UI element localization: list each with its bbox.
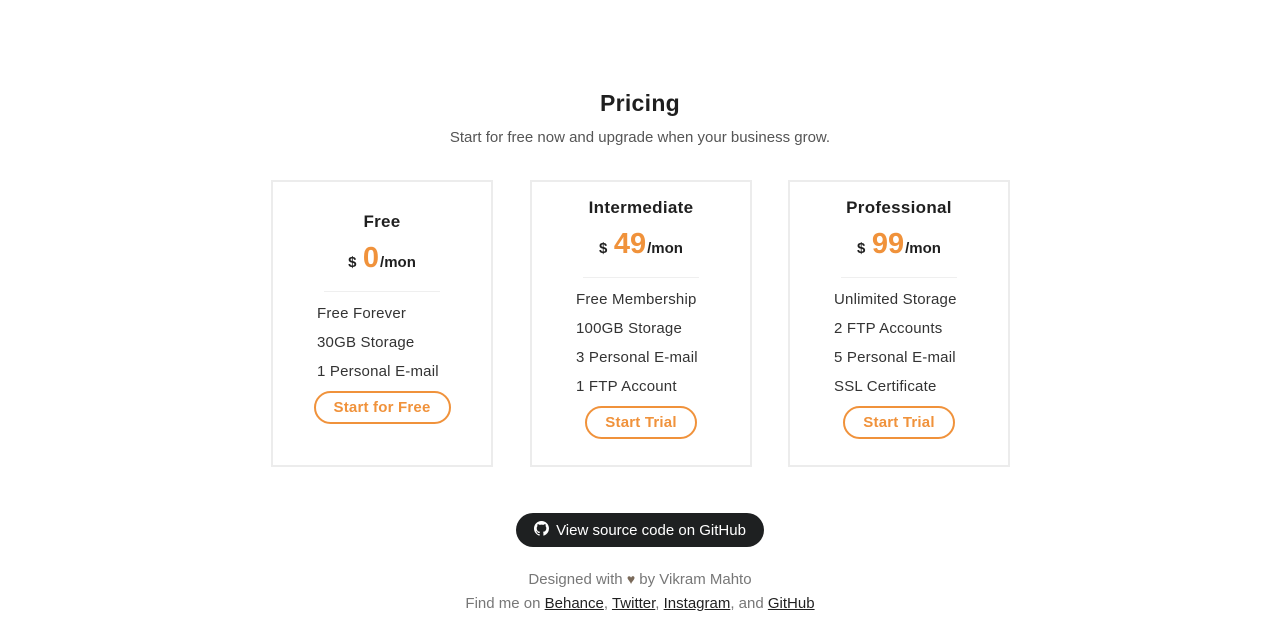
feature-list: Free Membership 100GB Storage 3 Personal…	[576, 290, 706, 406]
divider	[841, 277, 957, 278]
start-trial-button[interactable]: Start Trial	[585, 406, 697, 439]
feature-item: Free Membership	[576, 291, 697, 308]
divider	[324, 291, 440, 292]
github-button-label: View source code on GitHub	[556, 521, 746, 539]
page-subtitle: Start for free now and upgrade when your…	[449, 129, 831, 146]
link-separator: , and	[730, 595, 764, 612]
github-icon	[534, 520, 550, 540]
plan-card-professional: Professional $ 99/mon Unlimited Storage …	[788, 180, 1010, 467]
start-trial-button[interactable]: Start Trial	[843, 406, 955, 439]
credit-prefix: Designed with	[528, 571, 623, 588]
feature-item: 1 Personal E-mail	[317, 363, 439, 380]
feature-item: Unlimited Storage	[834, 291, 957, 308]
view-source-github-button[interactable]: View source code on GitHub	[516, 513, 764, 547]
price-currency: $	[857, 240, 866, 257]
instagram-link[interactable]: Instagram	[664, 595, 731, 612]
link-separator: ,	[655, 595, 660, 612]
price-period: /mon	[380, 254, 416, 271]
price-currency: $	[599, 240, 608, 257]
plan-name: Free	[363, 212, 401, 231]
feature-item: 5 Personal E-mail	[834, 349, 956, 366]
footer-credit: Designed with ♥ by Vikram Mahto	[0, 571, 1280, 588]
feature-item: 3 Personal E-mail	[576, 349, 698, 366]
plan-price: $ 0/mon	[273, 240, 491, 276]
plan-card-intermediate: Intermediate $ 49/mon Free Membership 10…	[530, 180, 752, 467]
price-period: /mon	[647, 240, 683, 257]
plan-name: Professional	[846, 198, 952, 217]
behance-link[interactable]: Behance	[545, 595, 604, 612]
feature-item: 2 FTP Accounts	[834, 320, 943, 337]
plan-price: $ 99/mon	[790, 226, 1008, 262]
feature-item: SSL Certificate	[834, 378, 937, 395]
price-amount: 99	[871, 228, 905, 260]
divider	[583, 277, 699, 278]
price-amount: 0	[362, 242, 380, 274]
credit-suffix: by Vikram Mahto	[639, 571, 752, 588]
links-prefix: Find me on	[465, 595, 541, 612]
plan-card-free: Free $ 0/mon Free Forever 30GB Storage 1…	[271, 180, 493, 467]
feature-list: Unlimited Storage 2 FTP Accounts 5 Perso…	[834, 290, 964, 406]
price-period: /mon	[905, 240, 941, 257]
twitter-link[interactable]: Twitter	[612, 595, 655, 612]
feature-list: Free Forever 30GB Storage 1 Personal E-m…	[317, 304, 447, 391]
plan-name: Intermediate	[588, 198, 694, 217]
plan-price: $ 49/mon	[532, 226, 750, 262]
feature-item: 30GB Storage	[317, 334, 415, 351]
link-separator: ,	[603, 595, 609, 612]
feature-item: 1 FTP Account	[576, 378, 677, 395]
heart-icon: ♥	[626, 571, 636, 587]
feature-item: 100GB Storage	[576, 320, 683, 337]
feature-item: Free Forever	[317, 305, 407, 322]
price-currency: $	[348, 254, 357, 271]
start-for-free-button[interactable]: Start for Free	[313, 391, 451, 424]
footer-links: Find me on Behance, Twitter, Instagram, …	[0, 595, 1280, 612]
github-link[interactable]: GitHub	[768, 595, 815, 612]
price-amount: 49	[613, 228, 647, 260]
page-title: Pricing	[599, 90, 681, 116]
